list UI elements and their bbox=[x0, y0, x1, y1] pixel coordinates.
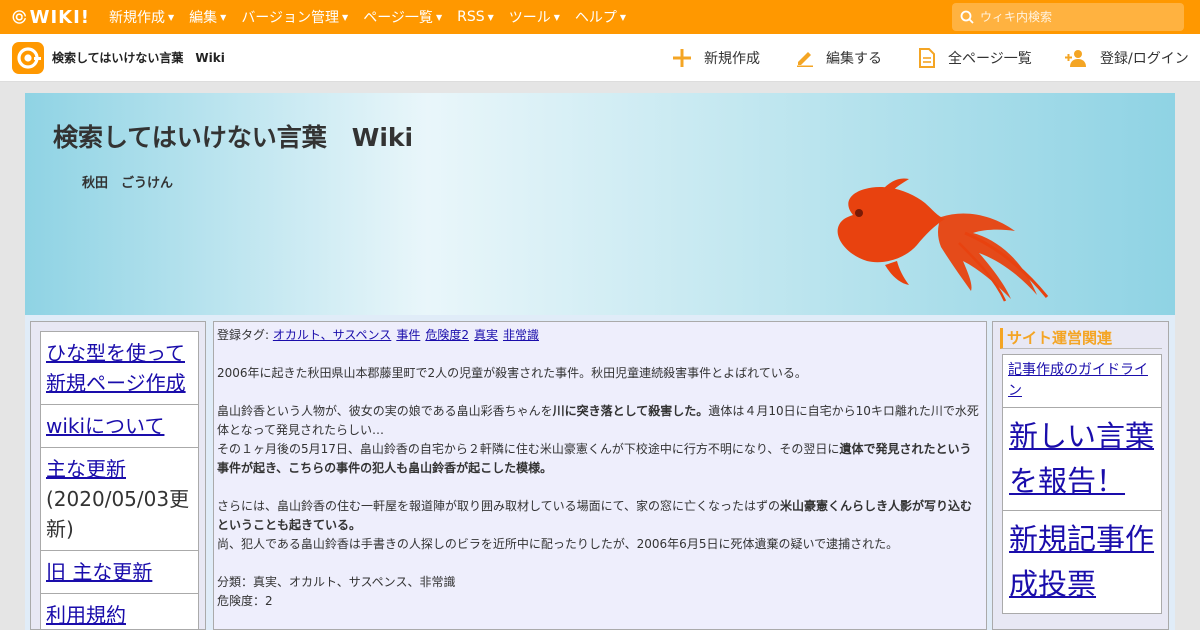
top-menu: 新規作成 ▼ 編集 ▼ バージョン管理 ▼ ページ一覧 ▼ RSS ▼ ツール ▼ ヘルプ ▼ bbox=[109, 7, 641, 27]
caret-down-icon: ▼ bbox=[220, 12, 227, 22]
page-body: 検索してはいけない言葉 Wiki 秋田 ごうけん ひな型を使って新規ページ作成 … bbox=[25, 93, 1175, 630]
login-button[interactable]: 登録/ログイン bbox=[1064, 34, 1189, 82]
all-pages-label: 全ページ一覧 bbox=[948, 51, 1032, 67]
old-main-updates-link[interactable]: 旧 主な更新 bbox=[46, 560, 152, 584]
menu-rss[interactable]: RSS ▼ bbox=[457, 9, 494, 25]
logo-wordmark: WIKI! bbox=[29, 6, 90, 28]
tag-line: 登録タグ: オカルト、サスペンス 事件 危険度2 真実 非常識 bbox=[217, 326, 983, 345]
top-bar: WIKI! 新規作成 ▼ 編集 ▼ バージョン管理 ▼ ページ一覧 ▼ RSS ▼ ツール… bbox=[0, 0, 1200, 34]
terms-of-use-link[interactable]: 利用規約 bbox=[46, 603, 126, 627]
left-nav-item: ひな型を使って新規ページ作成 bbox=[41, 332, 198, 405]
about-wiki-link[interactable]: wikiについて bbox=[46, 414, 164, 438]
left-nav-item: 利用規約 bbox=[41, 594, 198, 629]
menu-rss-label: RSS bbox=[457, 9, 485, 25]
text-span: その１ヶ月後の5月17日、畠山鈴香の自宅から２軒隣に住む米山豪憲くんが下校途中に… bbox=[217, 442, 840, 456]
banner-title: 検索してはいけない言葉 Wiki bbox=[53, 123, 414, 152]
menu-tools[interactable]: ツール ▼ bbox=[509, 7, 560, 27]
tags-label: 登録タグ: bbox=[217, 328, 273, 342]
article-paragraph: さらには、畠山鈴香の住む一軒屋を報道陣が取り囲み取材している場面にて、家の窓に亡… bbox=[217, 497, 983, 535]
left-nav-item: 旧 主な更新 bbox=[41, 551, 198, 594]
wiki-search bbox=[952, 3, 1184, 31]
menu-tools-label: ツール bbox=[508, 10, 551, 26]
article-paragraph: 畠山鈴香という人物が、彼女の実の娘である畠山彩香ちゃんを川に突き落として殺害した… bbox=[217, 402, 983, 440]
plus-icon bbox=[673, 49, 691, 67]
right-nav-menu: 記事作成のガイドライン 新しい言葉を報告！ 新規記事作成投票 bbox=[1002, 354, 1162, 614]
search-icon[interactable] bbox=[960, 10, 974, 24]
caret-down-icon: ▼ bbox=[619, 12, 627, 22]
new-page-from-template-link[interactable]: ひな型を使って新規ページ作成 bbox=[46, 341, 186, 395]
menu-version[interactable]: バージョン管理 ▼ bbox=[241, 7, 348, 27]
site-logo[interactable]: 検索してはいけない言葉 Wiki bbox=[12, 41, 225, 74]
tag-link[interactable]: 危険度2 bbox=[425, 328, 469, 342]
menu-page-list-label: ページ一覧 bbox=[363, 10, 433, 26]
right-nav-item: 新しい言葉を報告！ bbox=[1003, 408, 1161, 511]
main-updates-date: (2020/05/03更新) bbox=[46, 487, 190, 541]
caret-down-icon: ▼ bbox=[553, 12, 560, 22]
at-sign-icon bbox=[12, 10, 27, 24]
article-guideline-link[interactable]: 記事作成のガイドライン bbox=[1008, 362, 1148, 399]
left-sidebar: ひな型を使って新規ページ作成 wikiについて 主な更新 (2020/05/03更… bbox=[30, 321, 206, 630]
site-banner: 検索してはいけない言葉 Wiki 秋田 ごうけん bbox=[25, 93, 1175, 315]
new-article-vote-link[interactable]: 新規記事作成投票 bbox=[1009, 522, 1154, 601]
menu-version-label: バージョン管理 bbox=[241, 10, 340, 26]
bold-text: 川に突き落として殺害した。 bbox=[552, 404, 709, 418]
search-input[interactable] bbox=[980, 10, 1170, 24]
left-nav-item: 主な更新 (2020/05/03更新) bbox=[41, 448, 198, 551]
tag-link[interactable]: オカルト、サスペンス bbox=[273, 328, 391, 342]
article-content: 登録タグ: オカルト、サスペンス 事件 危険度2 真実 非常識 2006年に起きた秋田県… bbox=[213, 321, 987, 630]
menu-help[interactable]: ヘルプ ▼ bbox=[575, 7, 626, 27]
login-label: 登録/ログイン bbox=[1100, 51, 1189, 67]
site-operations-heading: サイト運営関連 bbox=[1000, 328, 1162, 349]
at-sign-icon bbox=[12, 41, 44, 74]
tag-link[interactable]: 非常識 bbox=[503, 328, 539, 342]
menu-edit[interactable]: 編集 ▼ bbox=[189, 7, 226, 27]
menu-create-label: 新規作成 bbox=[109, 10, 165, 26]
goldfish-illustration bbox=[837, 178, 1049, 302]
right-nav-item: 記事作成のガイドライン bbox=[1003, 355, 1161, 408]
right-nav-item: 新規記事作成投票 bbox=[1003, 511, 1161, 613]
edit-page-button[interactable]: 編集する bbox=[796, 34, 882, 82]
menu-create[interactable]: 新規作成 ▼ bbox=[109, 7, 174, 27]
left-nav-item: wikiについて bbox=[41, 405, 198, 448]
left-nav-menu: ひな型を使って新規ページ作成 wikiについて 主な更新 (2020/05/03更… bbox=[40, 331, 199, 629]
tag-link[interactable]: 事件 bbox=[396, 328, 420, 342]
text-span: 畠山鈴香という人物が、彼女の実の娘である畠山彩香ちゃんを bbox=[217, 404, 553, 418]
document-icon bbox=[919, 48, 935, 68]
article-paragraph: その１ヶ月後の5月17日、畠山鈴香の自宅から２軒隣に住む米山豪憲くんが下校途中に… bbox=[217, 440, 983, 478]
site-name[interactable]: 検索してはいけない言葉 Wiki bbox=[52, 49, 225, 66]
caret-down-icon: ▼ bbox=[342, 12, 349, 22]
tag-link[interactable]: 真実 bbox=[474, 328, 498, 342]
category-line: 分類：真実、オカルト、サスペンス、非常識 bbox=[217, 575, 456, 589]
add-user-icon bbox=[1065, 50, 1086, 67]
pencil-icon bbox=[797, 52, 813, 67]
caret-down-icon: ▼ bbox=[487, 12, 494, 22]
danger-level-line: 危険度：2 bbox=[217, 594, 273, 608]
report-new-word-link[interactable]: 新しい言葉を報告！ bbox=[1009, 419, 1154, 498]
site-header-bar: 検索してはいけない言葉 Wiki 新規作成 編集する 全ページ一覧 登録/ログイ… bbox=[0, 34, 1200, 82]
caret-down-icon: ▼ bbox=[168, 12, 175, 22]
main-updates-link[interactable]: 主な更新 bbox=[46, 457, 126, 481]
caret-down-icon: ▼ bbox=[435, 12, 443, 22]
edit-page-label: 編集する bbox=[826, 51, 882, 67]
create-page-button[interactable]: 新規作成 bbox=[672, 34, 760, 82]
banner-author: 秋田 ごうけん bbox=[82, 176, 174, 191]
right-sidebar: サイト運営関連 記事作成のガイドライン 新しい言葉を報告！ 新規記事作成投票 bbox=[992, 321, 1169, 630]
article-paragraph: 2006年に起きた秋田県山本郡藤里町で2人の児童が殺害された事件。秋田児童連続殺… bbox=[217, 366, 807, 380]
text-span: さらには、畠山鈴香の住む一軒屋を報道陣が取り囲み取材している場面にて、家の窓に亡… bbox=[217, 499, 781, 513]
atwiki-logo[interactable]: WIKI! bbox=[12, 4, 90, 30]
menu-help-label: ヘルプ bbox=[574, 10, 617, 26]
create-page-label: 新規作成 bbox=[704, 51, 760, 67]
menu-page-list[interactable]: ページ一覧 ▼ bbox=[363, 7, 442, 27]
menu-edit-label: 編集 bbox=[189, 10, 218, 26]
all-pages-button[interactable]: 全ページ一覧 bbox=[918, 34, 1032, 82]
article-paragraph: 尚、犯人である畠山鈴香は手書きの人探しのビラを近所中に配ったりしたが、2006年… bbox=[217, 537, 899, 551]
